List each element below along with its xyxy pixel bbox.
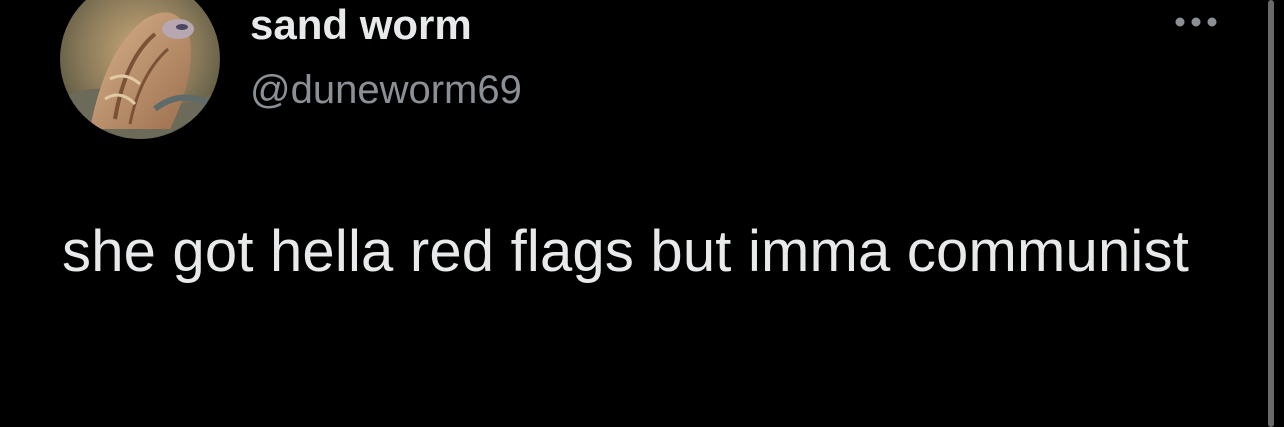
more-options-button[interactable] [1170,8,1222,36]
tweet: sand worm @duneworm69 she got hella red … [0,0,1284,427]
scrollbar[interactable] [1268,0,1274,427]
avatar-image [60,0,220,139]
tweet-text: she got hella red flags but imma communi… [62,219,1190,284]
author-handle[interactable]: @duneworm69 [250,70,522,110]
author-display-name[interactable]: sand worm [250,4,472,46]
more-horizontal-icon [1174,16,1218,28]
avatar[interactable] [60,0,220,139]
